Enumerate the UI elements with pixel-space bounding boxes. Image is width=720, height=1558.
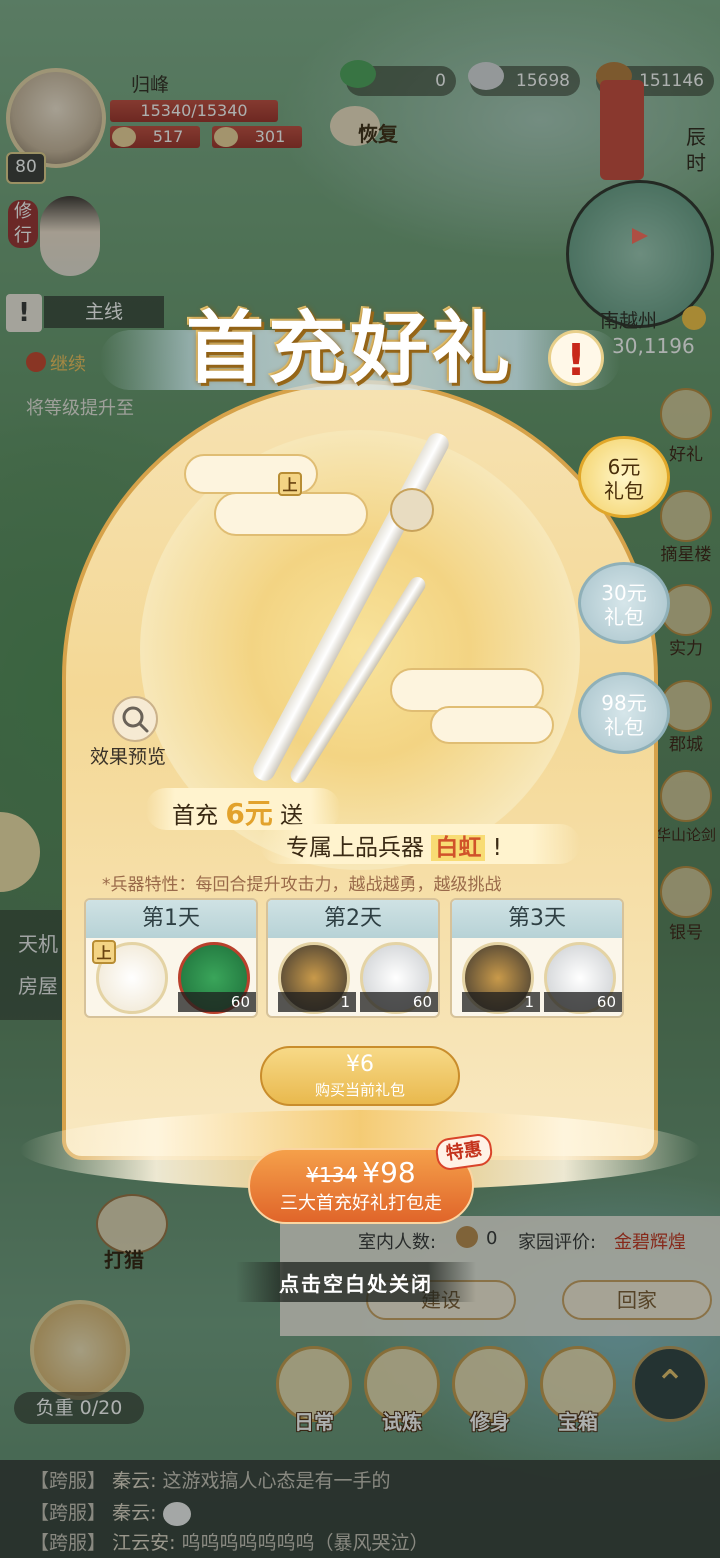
exclusive-weapon-offer: 专属上品兵器 白虹 !	[286, 835, 502, 861]
grade-tag: 上	[92, 940, 116, 964]
cloud-decoration	[214, 492, 368, 536]
day-card-1: 第1天 上 60	[84, 898, 258, 1018]
weapon-trait: *兵器特性：每回合提升攻击力，越战越勇，越级挑战	[102, 875, 502, 895]
day-label: 第2天	[268, 900, 438, 938]
sword-hilt-decoration	[390, 488, 434, 532]
tab-gift-98[interactable]: 98元 礼包	[578, 672, 670, 754]
cloud-decoration	[430, 706, 554, 744]
item-quantity: 1	[462, 992, 540, 1012]
preview-label[interactable]: 效果预览	[90, 742, 166, 769]
magnifier-icon	[122, 706, 149, 733]
preview-button[interactable]	[112, 696, 158, 742]
item-quantity: 60	[544, 992, 622, 1012]
item-quantity: 60	[360, 992, 438, 1012]
day-card-2: 第2天 1 60	[266, 898, 440, 1018]
title-exclaim-icon: !	[548, 330, 604, 386]
tab-gift-6[interactable]: 6元 礼包	[578, 436, 670, 518]
day-card-3: 第3天 1 60	[450, 898, 624, 1018]
day-label: 第3天	[452, 900, 622, 938]
grade-tag: 上	[278, 472, 302, 496]
tab-gift-30[interactable]: 30元 礼包	[578, 562, 670, 644]
day-label: 第1天	[86, 900, 256, 938]
close-hint[interactable]: 点击空白处关闭	[236, 1268, 476, 1297]
buy-current-pack-button[interactable]: ¥6 购买当前礼包	[260, 1046, 460, 1106]
popup-title: 首充好礼	[186, 303, 515, 394]
item-quantity: 1	[278, 992, 356, 1012]
item-quantity: 60	[178, 992, 256, 1012]
